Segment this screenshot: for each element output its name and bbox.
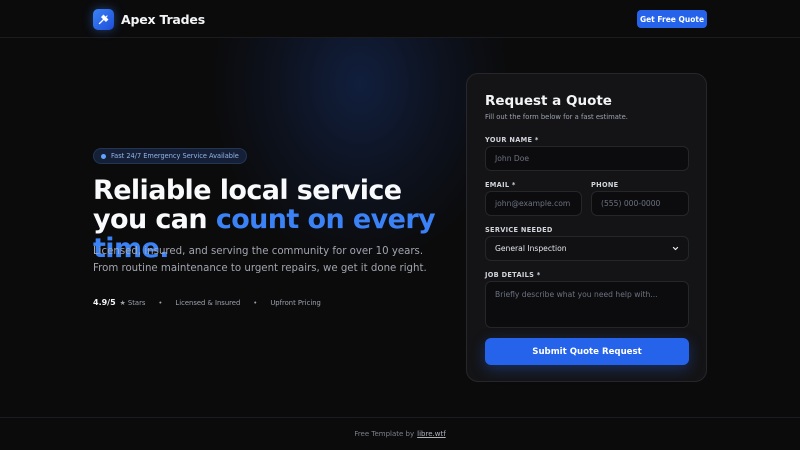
submit-quote-button[interactable]: Submit Quote Request	[485, 338, 689, 365]
phone-input[interactable]: (555) 000-0000	[591, 191, 689, 216]
details-label: JOB DETAILS *	[485, 271, 541, 279]
stat-separator: •	[158, 298, 163, 307]
hero-subtitle: Licensed, insured, and serving the commu…	[93, 244, 433, 277]
email-label: EMAIL *	[485, 181, 516, 189]
service-selected-value: General Inspection	[495, 244, 567, 253]
name-label: YOUR NAME *	[485, 136, 539, 144]
stat-pricing: Upfront Pricing	[270, 298, 321, 307]
service-select[interactable]: General Inspection	[485, 236, 689, 261]
details-textarea[interactable]: Briefly describe what you need help with…	[485, 281, 689, 328]
service-label: SERVICE NEEDED	[485, 226, 553, 234]
form-subtitle: Fill out the form below for a fast estim…	[485, 113, 628, 121]
footer: Free Template by libre.wtf	[0, 417, 800, 450]
footer-link[interactable]: libre.wtf	[417, 430, 446, 438]
rating-suffix: ★ Stars	[119, 298, 146, 307]
quote-form-card: Request a Quote Fill out the form below …	[466, 73, 707, 382]
email-input[interactable]: john@example.com	[485, 191, 582, 216]
trust-stats: 4.9/5 ★ Stars • Licensed & Insured • Upf…	[93, 298, 321, 307]
brand[interactable]: Apex Trades	[93, 9, 205, 30]
hero-subtitle-line1: Licensed, insured, and serving the commu…	[93, 246, 424, 257]
top-nav: Apex Trades Get Free Quote	[0, 0, 800, 38]
form-title: Request a Quote	[485, 93, 612, 109]
chevron-down-icon	[672, 246, 679, 251]
hero-subtitle-line2: From routine maintenance to urgent repai…	[93, 262, 427, 274]
badge-text: Fast 24/7 Emergency Service Available	[111, 152, 239, 160]
brand-name: Apex Trades	[121, 12, 205, 27]
stat-licensed: Licensed & Insured	[175, 298, 241, 307]
rating-value: 4.9/5	[93, 298, 116, 307]
hammer-wrench-icon	[93, 9, 114, 30]
phone-label: PHONE	[591, 181, 619, 189]
emergency-service-badge: Fast 24/7 Emergency Service Available	[93, 148, 247, 164]
name-input[interactable]: John Doe	[485, 146, 689, 171]
get-free-quote-button[interactable]: Get Free Quote	[637, 10, 707, 28]
status-dot-icon	[101, 153, 106, 159]
footer-text: Free Template by	[354, 430, 415, 438]
stat-separator: •	[253, 298, 258, 307]
